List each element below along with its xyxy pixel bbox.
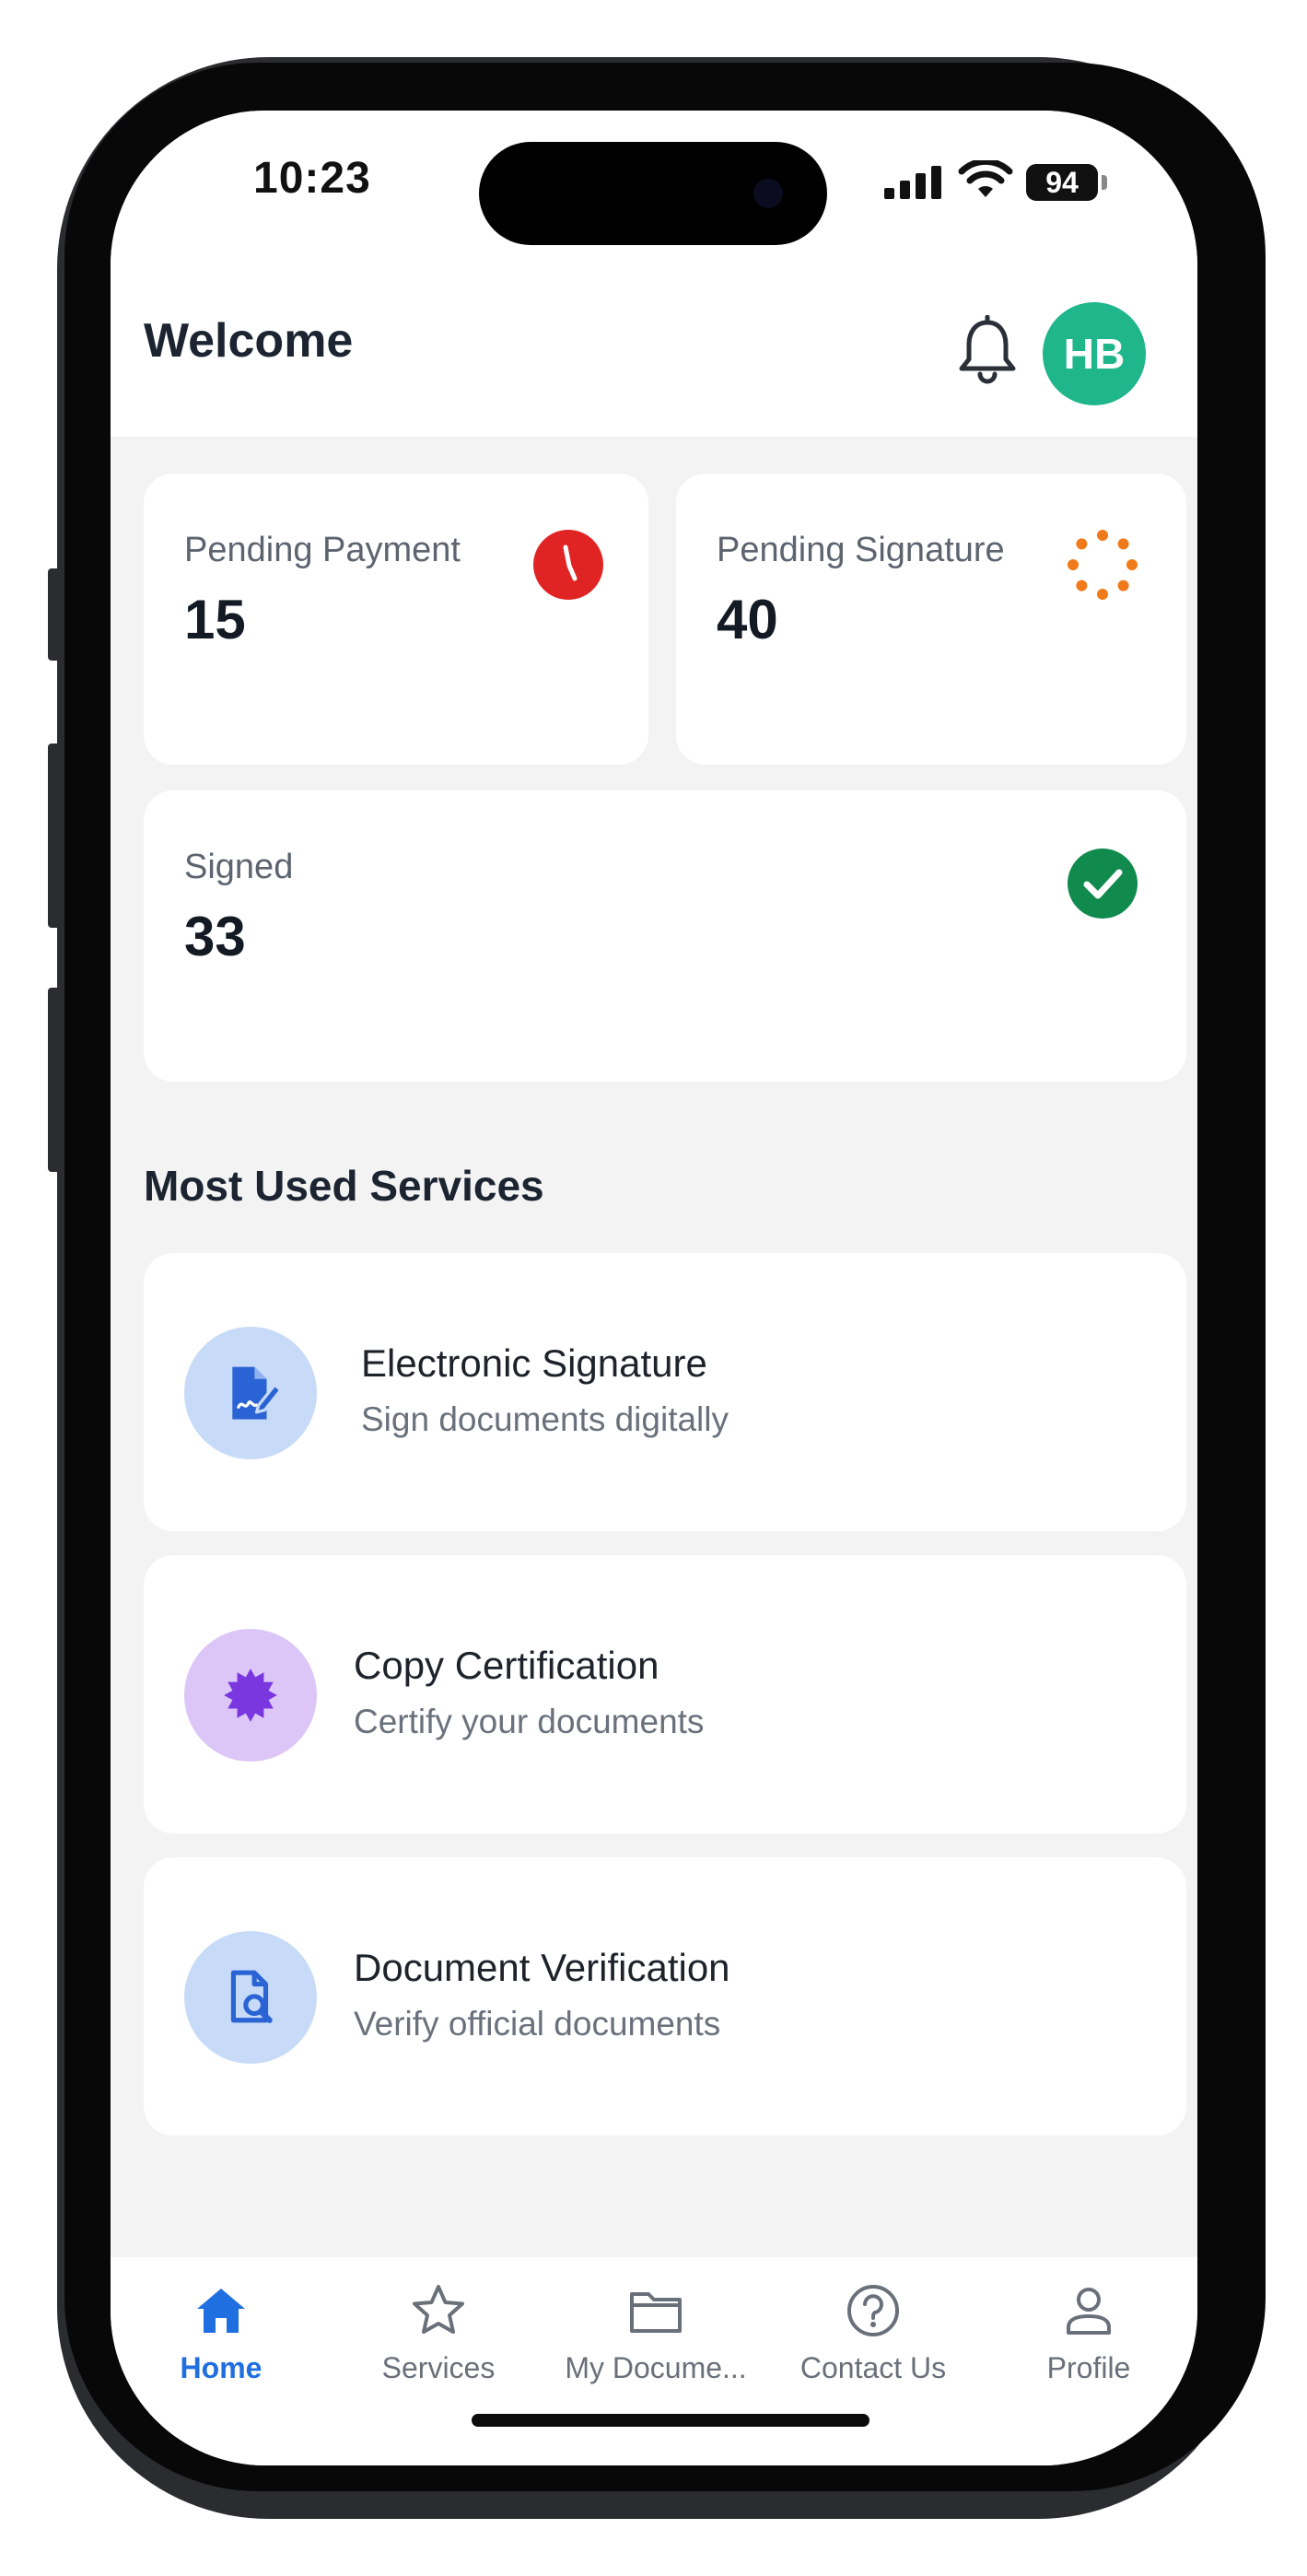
status-time: 10:23 [253, 154, 371, 203]
app-screen: 10:23 94 Welcome HB Pending Payment 15 P… [111, 111, 1197, 2465]
pending-payment-label: Pending Payment [184, 531, 461, 569]
service-title: Copy Certification [354, 1644, 659, 1687]
phone-bezel: 10:23 94 Welcome HB Pending Payment 15 P… [64, 63, 1266, 2491]
volume-up-button [48, 744, 61, 928]
pending-signature-count: 40 [717, 589, 778, 650]
service-title: Document Verification [354, 1946, 730, 1989]
tab-label: Profile [1046, 2351, 1131, 2384]
help-circle-icon [847, 2285, 899, 2336]
dynamic-island [479, 142, 827, 245]
pending-signature-label: Pending Signature [717, 531, 1005, 569]
document-pen-icon [232, 1366, 283, 1420]
bottom-nav: Home Services My Docume... Contact Us Pr… [111, 2257, 1197, 2465]
tab-profile[interactable]: Profile [980, 2281, 1197, 2410]
volume-down-button [48, 988, 61, 1172]
tab-contact-us[interactable]: Contact Us [764, 2281, 982, 2410]
service-copy-certification[interactable]: Copy Certification Certify your document… [144, 1555, 1186, 1833]
document-search-icon [230, 1970, 273, 2023]
service-title: Electronic Signature [361, 1341, 707, 1385]
section-title-most-used: Most Used Services [144, 1162, 544, 1210]
user-icon [1067, 2288, 1111, 2335]
pending-payment-card[interactable]: Pending Payment 15 [144, 474, 648, 765]
tab-my-documents[interactable]: My Docume... [547, 2281, 764, 2410]
avatar[interactable]: HB [1043, 302, 1146, 405]
check-circle-icon [1068, 849, 1138, 919]
app-header: Welcome HB [111, 267, 1197, 437]
tab-label: Contact Us [799, 2351, 947, 2384]
battery-indicator: 94 [1026, 164, 1098, 201]
page-title: Welcome [144, 314, 354, 368]
service-subtitle: Verify official documents [354, 2005, 721, 2043]
tab-label: Home [180, 2351, 263, 2384]
cellular-signal-icon [884, 166, 941, 199]
battery-nub [1102, 175, 1107, 190]
loading-dots-icon [1068, 530, 1138, 600]
signed-card[interactable]: Signed 33 [144, 790, 1186, 1082]
star-icon [413, 2285, 464, 2334]
wifi-icon [958, 160, 1013, 197]
clock-icon [533, 530, 603, 600]
service-icon-badge [184, 1327, 317, 1459]
tab-label: My Docume... [565, 2351, 747, 2384]
signed-label: Signed [184, 848, 294, 886]
signed-count: 33 [184, 906, 246, 967]
tab-services[interactable]: Services [330, 2281, 547, 2410]
service-subtitle: Certify your documents [354, 1703, 705, 1740]
tab-label: Services [381, 2351, 496, 2384]
notification-bell-icon[interactable] [956, 315, 1019, 385]
action-button [48, 568, 61, 661]
pending-signature-card[interactable]: Pending Signature 40 [676, 474, 1186, 765]
service-icon-badge [184, 1629, 317, 1762]
certificate-badge-icon [224, 1669, 277, 1722]
tab-home[interactable]: Home [112, 2281, 330, 2410]
service-subtitle: Sign documents digitally [361, 1400, 729, 1438]
service-document-verification[interactable]: Document Verification Verify official do… [144, 1857, 1186, 2136]
home-icon [197, 2289, 245, 2333]
service-icon-badge [184, 1931, 317, 2064]
pending-payment-count: 15 [184, 589, 246, 650]
home-indicator[interactable] [472, 2414, 869, 2427]
service-electronic-signature[interactable]: Electronic Signature Sign documents digi… [144, 1253, 1186, 1531]
camera-icon [753, 179, 783, 208]
folder-icon [630, 2292, 682, 2333]
